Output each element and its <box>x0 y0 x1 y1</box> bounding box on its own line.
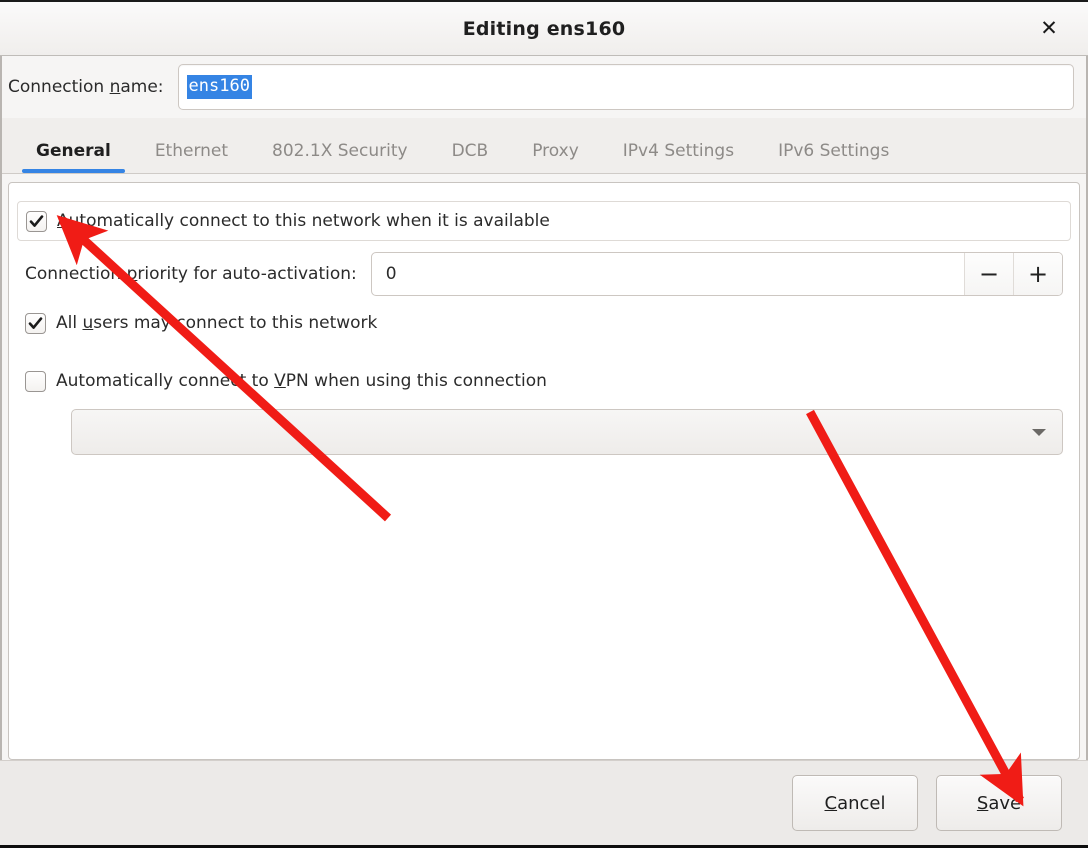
connection-name-row: Connection name: ens160 <box>0 56 1088 118</box>
connection-name-input[interactable]: ens160 <box>177 64 1074 110</box>
all-users-label: All users may connect to this network <box>56 313 378 333</box>
connection-priority-row: Connection priority for auto-activation:… <box>25 249 1063 299</box>
auto-vpn-row[interactable]: Automatically connect to VPN when using … <box>25 363 1063 399</box>
connection-priority-value[interactable]: 0 <box>372 253 964 295</box>
connection-priority-stepper[interactable]: 0 − + <box>370 252 1063 296</box>
vpn-connection-dropdown[interactable] <box>71 409 1063 455</box>
tab-8021x-security[interactable]: 802.1X Security <box>250 141 430 173</box>
window-title: Editing ens160 <box>462 17 626 40</box>
title-bar: Editing ens160 ✕ <box>0 0 1088 56</box>
all-users-checkbox[interactable] <box>25 312 46 334</box>
tab-proxy[interactable]: Proxy <box>510 141 601 173</box>
cancel-button[interactable]: Cancel <box>792 775 918 831</box>
editing-connection-dialog: Editing ens160 ✕ Connection name: ens160… <box>0 0 1088 848</box>
settings-tabs: General Ethernet 802.1X Security DCB Pro… <box>0 118 1088 174</box>
tab-ipv4-settings[interactable]: IPv4 Settings <box>601 141 756 173</box>
auto-vpn-checkbox[interactable] <box>25 370 46 392</box>
dialog-footer: Cancel Save <box>0 760 1088 848</box>
save-button[interactable]: Save <box>936 775 1062 831</box>
auto-connect-row[interactable]: Automatically connect to this network wh… <box>17 201 1071 241</box>
tab-ipv6-settings[interactable]: IPv6 Settings <box>756 141 911 173</box>
chevron-down-icon <box>1032 428 1046 436</box>
tab-ethernet[interactable]: Ethernet <box>133 141 250 173</box>
general-tab-panel: Automatically connect to this network wh… <box>8 182 1080 760</box>
auto-vpn-label: Automatically connect to VPN when using … <box>56 371 547 391</box>
close-icon[interactable]: ✕ <box>1032 12 1066 46</box>
connection-name-value: ens160 <box>186 75 252 99</box>
window-left-border <box>0 56 2 848</box>
all-users-row[interactable]: All users may connect to this network <box>25 305 1063 341</box>
connection-priority-label: Connection priority for auto-activation: <box>25 264 357 284</box>
tab-dcb[interactable]: DCB <box>430 141 511 173</box>
tab-general[interactable]: General <box>14 141 133 173</box>
auto-connect-label: Automatically connect to this network wh… <box>57 211 550 231</box>
connection-name-label: Connection name: <box>8 77 164 97</box>
priority-decrement-button[interactable]: − <box>964 253 1013 295</box>
auto-connect-checkbox[interactable] <box>26 210 47 232</box>
priority-increment-button[interactable]: + <box>1013 253 1062 295</box>
